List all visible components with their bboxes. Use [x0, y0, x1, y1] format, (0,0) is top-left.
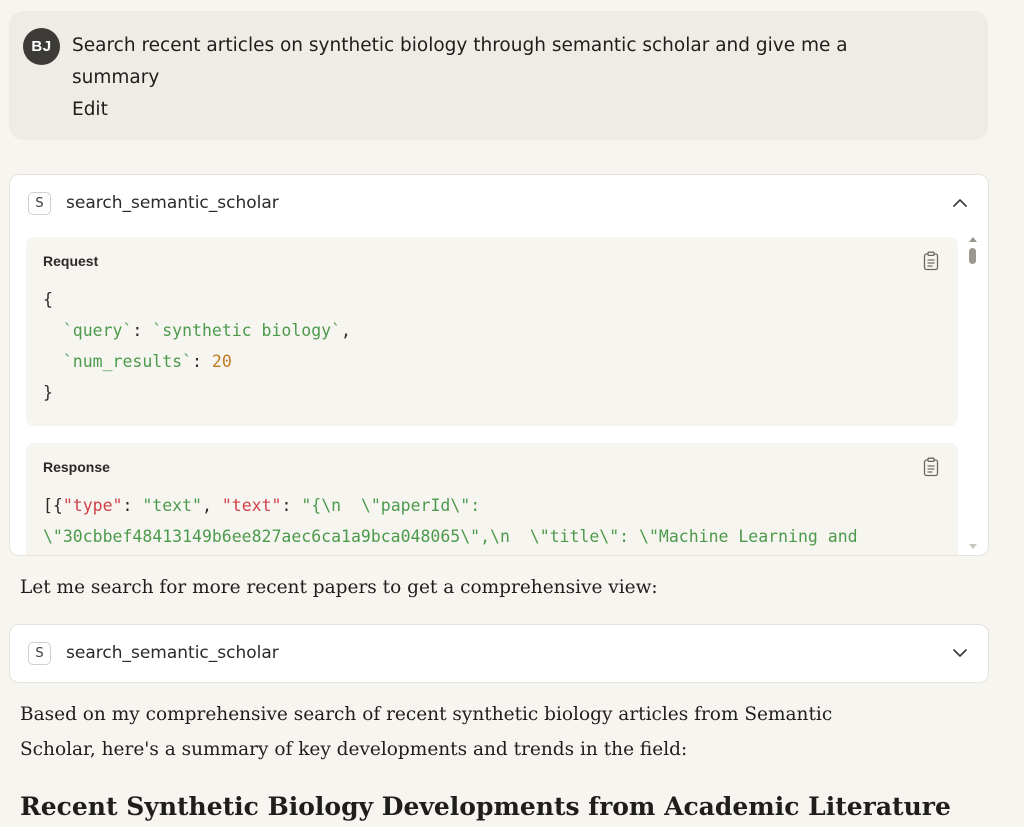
code-bracket: [{	[43, 496, 63, 515]
scroll-up-arrow-icon[interactable]	[969, 237, 977, 242]
scroll-down-arrow-icon[interactable]	[969, 544, 977, 549]
assistant-message-2-line-1: Based on my comprehensive search of rece…	[20, 704, 833, 725]
code-colon: :	[192, 352, 212, 371]
tool-badge: S	[28, 641, 51, 665]
response-code: [{"type": "text", "text": "{\n \"paperId…	[43, 490, 858, 552]
code-value-query: `synthetic biology`	[152, 321, 342, 340]
tool-call-card: S search_semantic_scholar Request { `que…	[9, 174, 989, 556]
code-value-num-results: 20	[211, 352, 232, 371]
user-message-line-2: summary	[72, 67, 160, 88]
code-key-query: `query`	[43, 321, 133, 340]
tool-call-card-collapsed[interactable]: S search_semantic_scholar	[9, 624, 989, 683]
response-label: Response	[43, 459, 110, 475]
tool-call-header[interactable]: S search_semantic_scholar	[10, 175, 988, 231]
scroll-thumb[interactable]	[969, 248, 976, 264]
code-comma: ,	[341, 321, 351, 340]
tool-output-scrollbar[interactable]	[966, 237, 980, 549]
code-key-type: "type"	[62, 496, 123, 515]
chevron-down-icon[interactable]	[950, 643, 970, 663]
user-message: BJ Search recent articles on synthetic b…	[9, 11, 988, 140]
code-key-num-results: `num_results`	[43, 352, 193, 371]
response-block: Response [{"type": "text", "text": "{\n …	[26, 443, 958, 555]
code-comma: ,	[201, 496, 222, 515]
code-value-text: "text"	[142, 496, 202, 515]
tool-badge: S	[28, 191, 51, 215]
section-heading: Recent Synthetic Biology Developments fr…	[20, 792, 951, 821]
tool-name: search_semantic_scholar	[66, 643, 279, 663]
tool-call-header[interactable]: S search_semantic_scholar	[10, 625, 988, 681]
code-value-json-line-2: \"30cbbef48413149b6ee827aec6ca1a9bca0480…	[43, 527, 858, 546]
request-code: { `query`: `synthetic biology`, `num_res…	[43, 284, 351, 408]
edit-button[interactable]: Edit	[72, 94, 932, 126]
tool-call-body: Request { `query`: `synthetic biology`, …	[26, 237, 959, 555]
request-block: Request { `query`: `synthetic biology`, …	[26, 237, 958, 426]
clipboard-icon[interactable]	[923, 251, 939, 271]
code-brace-close: }	[43, 383, 53, 402]
code-brace-open: {	[43, 290, 53, 309]
tool-name: search_semantic_scholar	[66, 193, 279, 213]
code-colon: :	[132, 321, 153, 340]
user-message-line-1: Search recent articles on synthetic biol…	[72, 35, 848, 56]
assistant-message-2: Based on my comprehensive search of rece…	[20, 697, 980, 767]
user-message-text: Search recent articles on synthetic biol…	[72, 30, 932, 126]
chevron-up-icon[interactable]	[950, 193, 970, 213]
assistant-message-2-line-2: Scholar, here's a summary of key develop…	[20, 739, 688, 760]
code-colon: :	[281, 496, 302, 515]
code-colon: :	[122, 496, 143, 515]
user-avatar: BJ	[23, 28, 60, 65]
code-key-text: "text"	[221, 496, 282, 515]
code-value-json: "{\n \"paperId\":	[301, 496, 481, 515]
chat-page: BJ Search recent articles on synthetic b…	[0, 0, 1024, 827]
request-label: Request	[43, 253, 99, 269]
clipboard-icon[interactable]	[923, 457, 939, 477]
assistant-message-1: Let me search for more recent papers to …	[20, 577, 658, 598]
